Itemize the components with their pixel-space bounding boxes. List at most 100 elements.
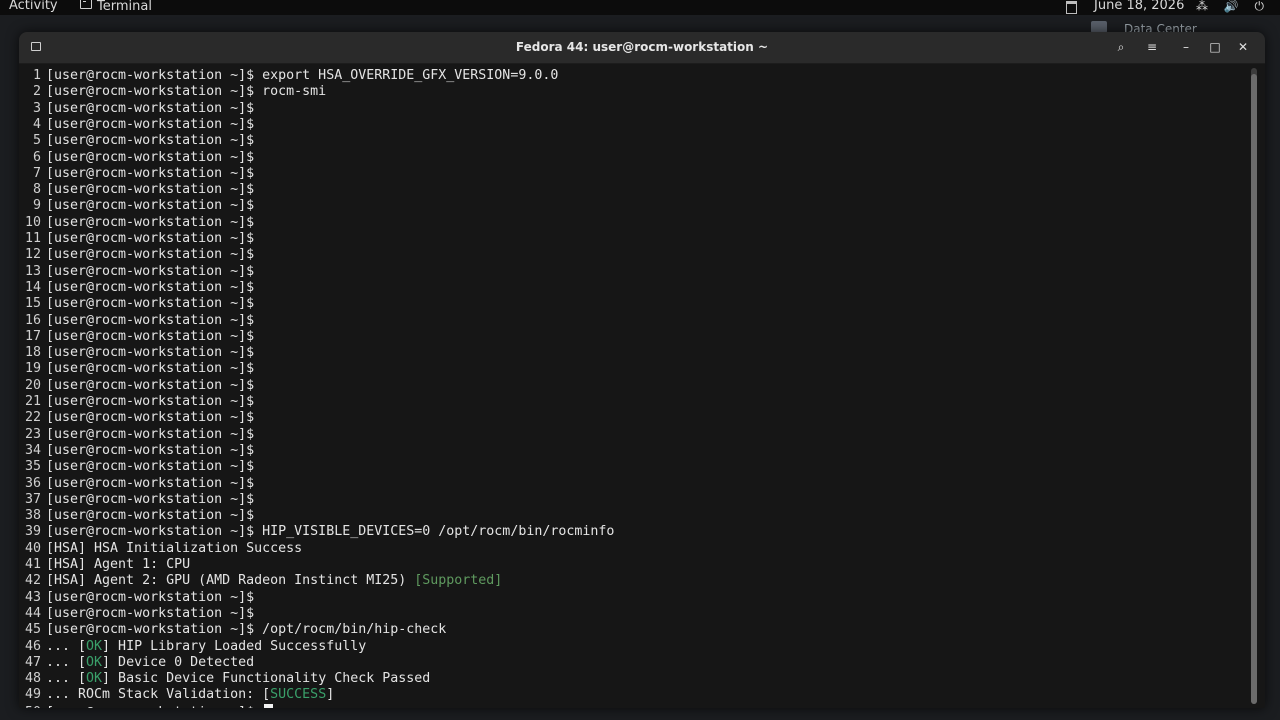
terminal-line: 2 [user@rocm-workstation ~]$ rocm-smi [19, 84, 326, 100]
line-text: [user@rocm-workstation ~]$ [46, 182, 255, 198]
line-text: [user@rocm-workstation ~]$ [46, 605, 255, 621]
line-text: [user@rocm-workstation ~]$ [46, 214, 255, 230]
terminal-line: 36 [user@rocm-workstation ~]$ [19, 476, 254, 492]
line-text: [user@rocm-workstation ~]$ [46, 361, 255, 377]
line-number: 13 [24, 263, 41, 279]
line-number: 38 [24, 508, 41, 524]
terminal-line: 46 ... [OK] HIP Library Loaded Successful… [19, 639, 366, 655]
line-text: [HSA] Agent 1: CPU [46, 557, 191, 572]
line-number: 36 [24, 475, 41, 491]
line-number: 22 [24, 410, 41, 426]
top-bar: Activity Terminal June 18, 2026 ⁂ 🔊 ⏻ [0, 0, 1280, 15]
line-text: [user@rocm-workstation ~]$ [46, 296, 255, 312]
line-text: [user@rocm-workstation ~]$ [46, 508, 255, 524]
terminal-line: 38 [user@rocm-workstation ~]$ [19, 508, 254, 524]
window-titlebar[interactable]: Fedora 44: user@rocm-workstation ~ ⌕ ≡ –… [19, 32, 1265, 64]
search-icon[interactable]: ⌕ [1111, 38, 1131, 56]
terminal-line: 44 [user@rocm-workstation ~]$ [19, 606, 254, 622]
line-number: 6 [32, 149, 41, 165]
terminal-line: 41 [HSA] Agent 1: CPU [19, 557, 190, 573]
line-number: 37 [24, 491, 41, 507]
terminal-line: 50 [user@rocm-workstation ~]$ [19, 703, 274, 708]
line-text: [HSA] HSA Initialization Success [46, 540, 303, 556]
terminal-line: 45 [user@rocm-workstation ~]$ /opt/rocm/b… [19, 622, 446, 638]
terminal-line: 16 [user@rocm-workstation ~]$ [19, 313, 254, 329]
line-text: ... [ [46, 638, 87, 654]
line-text: [user@rocm-workstation ~]$ [46, 165, 255, 181]
line-number: 45 [24, 622, 41, 638]
minimize-button[interactable]: – [1176, 38, 1196, 56]
clock-date[interactable]: June 18, 2026 [1094, 0, 1184, 13]
terminal-line: 8 [user@rocm-workstation ~]$ [19, 182, 254, 198]
line-number: 46 [24, 638, 41, 654]
line-number: 19 [24, 361, 41, 377]
scrollbar-thumb[interactable] [1251, 74, 1257, 704]
scrollbar[interactable] [1251, 68, 1257, 704]
line-number: 23 [24, 426, 41, 442]
terminal-line: 23 [user@rocm-workstation ~]$ [19, 427, 254, 443]
line-text: [user@rocm-workstation ~]$ HIP_VISIBLE_D… [46, 524, 615, 540]
line-text: [user@rocm-workstation ~]$ [46, 394, 255, 409]
line-text: [user@rocm-workstation ~]$ [46, 149, 255, 165]
line-number: 8 [32, 182, 41, 198]
terminal-line: 14 [user@rocm-workstation ~]$ [19, 280, 254, 296]
line-number: 11 [24, 231, 41, 246]
app-name: Terminal [97, 0, 152, 14]
terminal-line: 22 [user@rocm-workstation ~]$ [19, 410, 254, 426]
terminal-line: 13 [user@rocm-workstation ~]$ [19, 264, 254, 280]
activities-button[interactable]: Activity [9, 0, 58, 13]
line-number: 14 [24, 279, 41, 295]
line-number: 34 [24, 442, 41, 458]
maximize-button[interactable]: □ [1205, 38, 1225, 56]
terminal-line: 42 [HSA] Agent 2: GPU (AMD Radeon Instinc… [19, 573, 502, 589]
terminal-line: 4 [user@rocm-workstation ~]$ [19, 117, 254, 133]
line-text: [user@rocm-workstation ~]$ /opt/rocm/bin… [46, 622, 447, 638]
line-number: 9 [32, 198, 41, 214]
line-number: 18 [24, 345, 41, 361]
terminal-line: 19 [user@rocm-workstation ~]$ [19, 361, 254, 377]
hamburger-menu-icon[interactable]: ≡ [1142, 38, 1162, 56]
line-text: [user@rocm-workstation ~]$ [46, 589, 255, 605]
line-text: [user@rocm-workstation ~]$ [46, 100, 255, 116]
line-number: 21 [24, 394, 41, 409]
terminal-line: 34 [user@rocm-workstation ~]$ [19, 443, 254, 459]
terminal-line: 1 [user@rocm-workstation ~]$ export HSA_O… [19, 68, 558, 84]
close-button[interactable]: ✕ [1233, 38, 1253, 56]
text-cursor [264, 703, 274, 708]
line-number: 15 [24, 296, 41, 312]
status-text: SUCCESS [270, 687, 327, 703]
line-text: [user@rocm-workstation ~]$ [46, 279, 255, 295]
line-number: 12 [24, 247, 41, 263]
terminal-line: 21 [user@rocm-workstation ~]$ [19, 394, 254, 410]
terminal-line: 47 ... [OK] Device 0 Detected [19, 655, 254, 671]
line-number: 7 [32, 165, 41, 181]
line-text: [user@rocm-workstation ~]$ [46, 312, 255, 328]
terminal-line: 20 [user@rocm-workstation ~]$ [19, 378, 254, 394]
terminal-output[interactable]: 1 [user@rocm-workstation ~]$ export HSA_O… [19, 64, 1251, 708]
system-tray[interactable]: ⁂ 🔊 ⏻ [1196, 0, 1270, 14]
status-text: [Supported] [414, 573, 503, 589]
line-text: [user@rocm-workstation ~]$ [46, 410, 255, 426]
line-text: [user@rocm-workstation ~]$ [46, 231, 255, 246]
app-menu-terminal[interactable]: Terminal [80, 0, 152, 14]
terminal-line: 35 [user@rocm-workstation ~]$ [19, 459, 254, 475]
line-text: [user@rocm-workstation ~]$ [46, 475, 255, 491]
line-text: [HSA] Agent 2: GPU (AMD Radeon Instinct … [46, 573, 415, 589]
line-number: 47 [24, 654, 41, 670]
line-number: 10 [24, 214, 41, 230]
line-text: [user@rocm-workstation ~]$ [46, 491, 255, 507]
terminal-line: 3 [user@rocm-workstation ~]$ [19, 101, 254, 117]
line-number: 17 [24, 328, 41, 344]
terminal-line: 10 [user@rocm-workstation ~]$ [19, 215, 254, 231]
line-text: [user@rocm-workstation ~]$ [46, 328, 255, 344]
window-title: Fedora 44: user@rocm-workstation ~ [515, 40, 769, 54]
calendar-icon [1066, 1, 1077, 14]
terminal-line: 37 [user@rocm-workstation ~]$ [19, 492, 254, 508]
terminal-line: 40 [HSA] HSA Initialization Success [19, 541, 302, 557]
line-number: 42 [24, 573, 41, 589]
line-number: 49 [24, 687, 41, 703]
line-text: ... ROCm Stack Validation: [ [46, 687, 271, 703]
line-number: 39 [24, 524, 41, 540]
line-text-tail: ] HIP Library Loaded Successfully [102, 638, 367, 654]
line-text: [user@rocm-workstation ~]$ [46, 198, 255, 214]
